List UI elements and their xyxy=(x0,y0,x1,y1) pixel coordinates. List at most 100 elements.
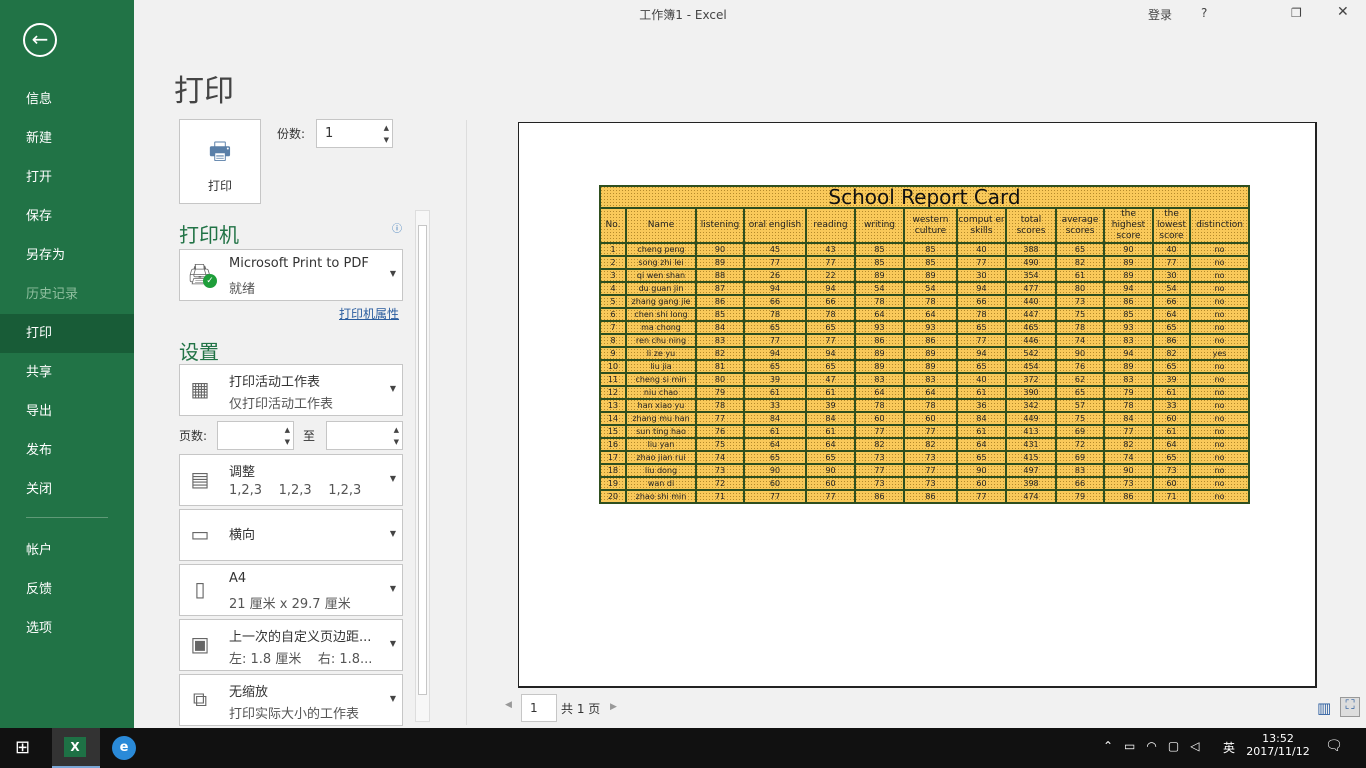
chevron-down-icon: ▼ xyxy=(389,694,396,703)
table-cell: 65 xyxy=(956,320,1007,335)
scaling-dropdown[interactable]: ⧉ 无缩放 打印实际大小的工作表 ▼ xyxy=(179,674,403,726)
sidebar-item-save-as[interactable]: 另存为 xyxy=(0,236,134,275)
page-number-input[interactable]: 1 xyxy=(521,694,557,722)
column-header: comput er skills xyxy=(956,207,1007,244)
table-cell: 449 xyxy=(1005,411,1057,426)
table-cell: 61 xyxy=(1152,385,1191,400)
excel-taskbar-button[interactable]: X xyxy=(52,728,100,768)
print-what-dropdown[interactable]: ▦ 打印活动工作表 仅打印活动工作表 ▼ xyxy=(179,364,403,416)
sidebar-item-export[interactable]: 导出 xyxy=(0,392,134,431)
table-cell: 77 xyxy=(956,255,1007,270)
spin-down[interactable]: ▼ xyxy=(384,135,389,145)
table-cell: 73 xyxy=(903,450,958,465)
sidebar-item-new[interactable]: 新建 xyxy=(0,119,134,158)
clock[interactable]: 13:52 2017/11/12 xyxy=(1243,732,1313,758)
table-cell: no xyxy=(1188,489,1251,504)
sidebar-item-info[interactable]: 信息 xyxy=(0,80,134,119)
option-title: 横向 xyxy=(229,528,256,543)
table-cell: 86 xyxy=(1103,294,1154,309)
table-cell: 84 xyxy=(956,411,1007,426)
sidebar-item-account[interactable]: 帐户 xyxy=(0,531,134,570)
table-cell: 82 xyxy=(854,437,905,452)
next-page-button[interactable]: ▶ xyxy=(610,702,617,712)
prev-page-button[interactable]: ◀ xyxy=(505,700,512,710)
table-cell: 7 xyxy=(599,320,627,335)
sidebar-item-publish[interactable]: 发布 xyxy=(0,431,134,470)
pages-to-input[interactable]: ▲ ▼ xyxy=(326,421,403,450)
table-cell: 64 xyxy=(743,437,807,452)
table-cell: 65 xyxy=(956,359,1007,374)
table-cell: zhang gang jie xyxy=(625,294,697,309)
table-cell: 61 xyxy=(805,424,856,439)
table-cell: no xyxy=(1188,242,1251,257)
table-cell: 65 xyxy=(1152,450,1191,465)
table-cell: 89 xyxy=(854,346,905,361)
table-cell: 40 xyxy=(1152,242,1191,257)
print-button[interactable]: 🖶 打印 xyxy=(179,119,261,204)
sidebar-item-feedback[interactable]: 反馈 xyxy=(0,570,134,609)
table-cell: 73 xyxy=(1055,294,1105,309)
ime-indicator[interactable]: 英 xyxy=(1223,739,1235,756)
info-icon[interactable]: ⓘ xyxy=(392,220,402,235)
print-preview-page: School Report Card No. Name listening oral … xyxy=(518,122,1317,688)
table-cell: 77 xyxy=(805,255,856,270)
printer-properties-link[interactable]: 打印机属性 xyxy=(339,305,399,322)
column-header: Name xyxy=(625,207,697,244)
table-cell: 43 xyxy=(805,242,856,257)
table-cell: 22 xyxy=(805,268,856,283)
table-cell: 93 xyxy=(854,320,905,335)
table-cell: 78 xyxy=(956,307,1007,322)
option-subtitle: 1,2,3 1,2,3 1,2,3 xyxy=(229,483,362,498)
table-cell: 17 xyxy=(599,450,627,465)
table-cell: 36 xyxy=(956,398,1007,413)
table-cell: 77 xyxy=(903,424,958,439)
back-arrow-icon[interactable]: ← xyxy=(23,23,57,57)
table-cell: 65 xyxy=(805,450,856,465)
table-cell: 40 xyxy=(956,372,1007,387)
close-button[interactable]: ✕ xyxy=(1337,4,1349,20)
show-margins-icon[interactable]: ▥ xyxy=(1317,699,1331,717)
ie-icon[interactable]: e xyxy=(112,736,136,760)
table-cell: 77 xyxy=(956,333,1007,348)
table-row: 11 cheng si min 80 39 47 83 83 40 372 62 83 39 no xyxy=(599,372,1251,387)
login-link[interactable]: 登录 xyxy=(1148,6,1172,23)
copies-value: 1 xyxy=(325,126,334,141)
settings-scrollbar[interactable] xyxy=(415,210,430,722)
paper-size-dropdown[interactable]: ▯ A4 21 厘米 x 29.7 厘米 ▼ xyxy=(179,564,403,616)
table-cell: 75 xyxy=(1055,307,1105,322)
table-cell: 82 xyxy=(903,437,958,452)
pages-from-input[interactable]: ▲ ▼ xyxy=(217,421,294,450)
table-cell: no xyxy=(1188,372,1251,387)
copies-input[interactable]: 1 ▲ ▼ xyxy=(316,119,393,148)
table-cell: 90 xyxy=(1103,463,1154,478)
scrollbar-thumb[interactable] xyxy=(418,225,427,695)
restore-button[interactable]: ❐ xyxy=(1291,6,1302,20)
tray-icons[interactable]: ⌃▭◠▢◁ xyxy=(1103,739,1210,753)
sidebar-item-print[interactable]: 打印 xyxy=(0,314,134,353)
windows-start-icon[interactable]: ⊞ xyxy=(15,737,30,758)
table-cell: 94 xyxy=(805,346,856,361)
table-cell: 71 xyxy=(1152,489,1191,504)
sidebar-item-options[interactable]: 选项 xyxy=(0,609,134,648)
sidebar-item-save[interactable]: 保存 xyxy=(0,197,134,236)
collate-dropdown[interactable]: ▤ 调整 1,2,3 1,2,3 1,2,3 ▼ xyxy=(179,454,403,506)
sidebar-item-open[interactable]: 打开 xyxy=(0,158,134,197)
table-cell: 74 xyxy=(1055,333,1105,348)
zoom-to-page-icon[interactable]: ⛶ xyxy=(1340,697,1360,717)
table-cell: 60 xyxy=(1152,411,1191,426)
table-cell: 93 xyxy=(903,320,958,335)
margins-dropdown[interactable]: ▣ 上一次的自定义页边距... 左: 1.8 厘米 右: 1.8... ▼ xyxy=(179,619,403,671)
spin-up[interactable]: ▲ xyxy=(384,123,389,133)
notification-icon[interactable]: 🗨 xyxy=(1325,738,1343,754)
table-cell: 75 xyxy=(695,437,745,452)
table-cell: song zhi lei xyxy=(625,255,697,270)
orientation-dropdown[interactable]: ▭ 横向 ▼ xyxy=(179,509,403,561)
table-cell: 65 xyxy=(1152,359,1191,374)
table-cell: 81 xyxy=(695,359,745,374)
table-cell: 65 xyxy=(743,359,807,374)
printer-dropdown[interactable]: 🖨 ✓ Microsoft Print to PDF 就绪 ▼ xyxy=(179,249,403,301)
sidebar-item-share[interactable]: 共享 xyxy=(0,353,134,392)
sidebar-item-close[interactable]: 关闭 xyxy=(0,470,134,509)
table-cell: wan di xyxy=(625,476,697,491)
help-button[interactable]: ? xyxy=(1201,6,1207,20)
